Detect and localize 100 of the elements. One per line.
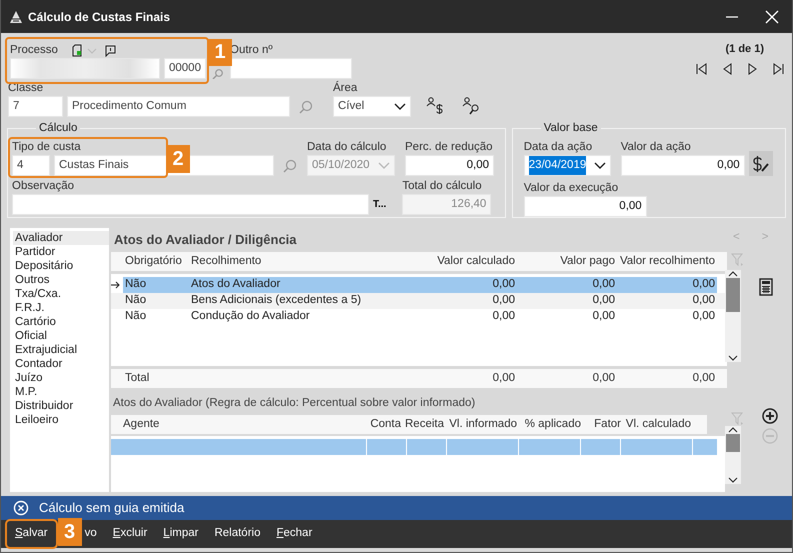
sidebar-item[interactable]: Txa/Cxa.: [13, 287, 109, 301]
scroll-down-icon[interactable]: [728, 354, 738, 362]
column-header: Recolhimento: [190, 254, 262, 269]
column-header: Valor recolhimento: [618, 254, 716, 269]
sidebar-item[interactable]: Depositário: [13, 259, 109, 273]
field-label: Processo: [10, 44, 58, 58]
text-button[interactable]: T...: [371, 197, 388, 212]
scroll-down-icon[interactable]: [728, 476, 738, 484]
other-number-field[interactable]: [230, 58, 352, 79]
table-cell-text: Não: [124, 293, 148, 308]
sidebar-item[interactable]: Leiloeiro: [13, 413, 109, 427]
sidebar-item[interactable]: Avaliador: [13, 231, 109, 245]
table-cell-text: Bens Adicionais (excedentes a 5): [190, 293, 362, 308]
table-row[interactable]: Não Atos do Avaliador 0,00 0,00 0,00: [123, 277, 717, 293]
section-title: Atos do Avaliador / Diligência: [113, 231, 297, 250]
record-counter: (1 de 1): [725, 42, 764, 56]
sidebar-item[interactable]: Cartório: [13, 315, 109, 329]
person-money-icon[interactable]: [426, 97, 444, 115]
first-icon[interactable]: [696, 63, 707, 75]
field-label: Observação: [12, 180, 76, 194]
status-message: Cálculo sem guia emitida: [39, 499, 184, 518]
last-icon[interactable]: [773, 63, 784, 75]
table-row[interactable]: Não Condução do Avaliador 0,00 0,00 0,00: [123, 309, 717, 325]
table-cell-text: 0,00: [492, 309, 516, 324]
toolbar-button[interactable]: Fechar: [268, 523, 320, 545]
class-code-field[interactable]: 7: [8, 96, 63, 117]
add-icon[interactable]: [762, 408, 778, 424]
table-cell-text: Não: [124, 277, 148, 292]
action-value-field[interactable]: 0,00: [620, 155, 745, 176]
field-label: Data da ação: [524, 141, 594, 155]
sidebar-item[interactable]: Extrajudicial: [13, 343, 109, 357]
callout-number: 3: [58, 518, 82, 546]
reduction-percent-field[interactable]: 0,00: [405, 155, 494, 176]
chevron-down-icon: [378, 162, 390, 170]
table-cell-text: 0,00: [692, 277, 716, 292]
process-year-field[interactable]: 00000: [164, 58, 206, 79]
field-label: Total do cálculo: [402, 180, 483, 194]
execution-value-field[interactable]: 0,00: [524, 196, 647, 217]
calculator-icon[interactable]: [759, 278, 773, 296]
money-edit-button[interactable]: [748, 151, 773, 176]
process-number-field[interactable]: [10, 58, 160, 79]
app-logo-icon: [9, 10, 23, 24]
sidebar-item[interactable]: F.R.J.: [13, 301, 109, 315]
scroll-up-icon[interactable]: [728, 426, 738, 434]
field-label: Valor da execução: [524, 182, 620, 196]
column-header: Valor pago: [559, 254, 616, 269]
total-value: 0,00: [592, 370, 616, 386]
column-header: % aplicado: [524, 416, 582, 432]
next-icon[interactable]: [748, 63, 757, 75]
error-icon: [13, 500, 29, 516]
class-name-field[interactable]: Procedimento Comum: [67, 96, 290, 117]
chevron-down-icon: [394, 102, 406, 110]
toolbar-button[interactable]: Relatório: [206, 523, 268, 545]
chevron-down-icon: [594, 162, 606, 170]
money-edit-icon: [752, 154, 770, 172]
column-header: Agente: [122, 416, 160, 432]
chevron-down-icon: [86, 48, 97, 54]
field-label: Perc. de redução: [405, 141, 494, 155]
sidebar-item[interactable]: M.P.: [13, 385, 109, 399]
observation-field[interactable]: [12, 194, 369, 215]
cost-type-code-field[interactable]: 4: [12, 155, 50, 176]
toolbar-button[interactable]: vo: [82, 523, 105, 545]
note-icon[interactable]: [104, 44, 116, 56]
toolbar-button[interactable]: Salvar: [7, 521, 56, 547]
callout-number: 2: [166, 145, 190, 173]
scrollbar[interactable]: [725, 426, 741, 484]
field-label: Área: [333, 82, 358, 96]
total-value: 0,00: [692, 370, 716, 386]
sidebar-item[interactable]: Juízo: [13, 371, 109, 385]
column-header: Vl. informado: [448, 416, 518, 432]
action-date-select[interactable]: 23/04/2019: [524, 155, 611, 176]
column-header: Fator: [593, 416, 622, 432]
field-label: Data do cálculo: [307, 141, 388, 155]
table-cell-text: 0,00: [692, 293, 716, 308]
close-icon: [765, 10, 779, 24]
sidebar-item[interactable]: Partidor: [13, 245, 109, 259]
person-search-icon[interactable]: [462, 97, 480, 115]
table-cell-text: 0,00: [492, 293, 516, 308]
sidebar-item[interactable]: Oficial: [13, 329, 109, 343]
scroll-up-icon[interactable]: [728, 270, 738, 278]
table-cell-text: 0,00: [492, 277, 516, 292]
column-header: Conta: [369, 416, 402, 432]
table-cell-text: 0,00: [592, 277, 616, 292]
sidebar-item[interactable]: Distribuidor: [13, 399, 109, 413]
document-icon[interactable]: [72, 44, 84, 57]
sidebar-item[interactable]: Contador: [13, 357, 109, 371]
previous-icon[interactable]: [723, 63, 732, 75]
area-select[interactable]: Cível: [333, 96, 411, 117]
column-header: Obrigatório: [124, 254, 183, 269]
callout-number: 1: [208, 39, 232, 66]
toolbar-button[interactable]: Excluir: [104, 523, 156, 545]
sidebar-item[interactable]: Outros: [13, 273, 109, 287]
toolbar-button[interactable]: Limpar: [155, 523, 206, 545]
column-header: Vl. calculado: [624, 416, 692, 432]
field-label: Valor da ação: [620, 141, 692, 155]
row-pointer-icon: [111, 281, 120, 289]
field-label: Tipo de custa: [12, 141, 82, 155]
minimize-icon: [725, 16, 739, 18]
window-title: Cálculo de Custas Finais: [28, 8, 170, 26]
scrollbar[interactable]: [725, 270, 741, 362]
